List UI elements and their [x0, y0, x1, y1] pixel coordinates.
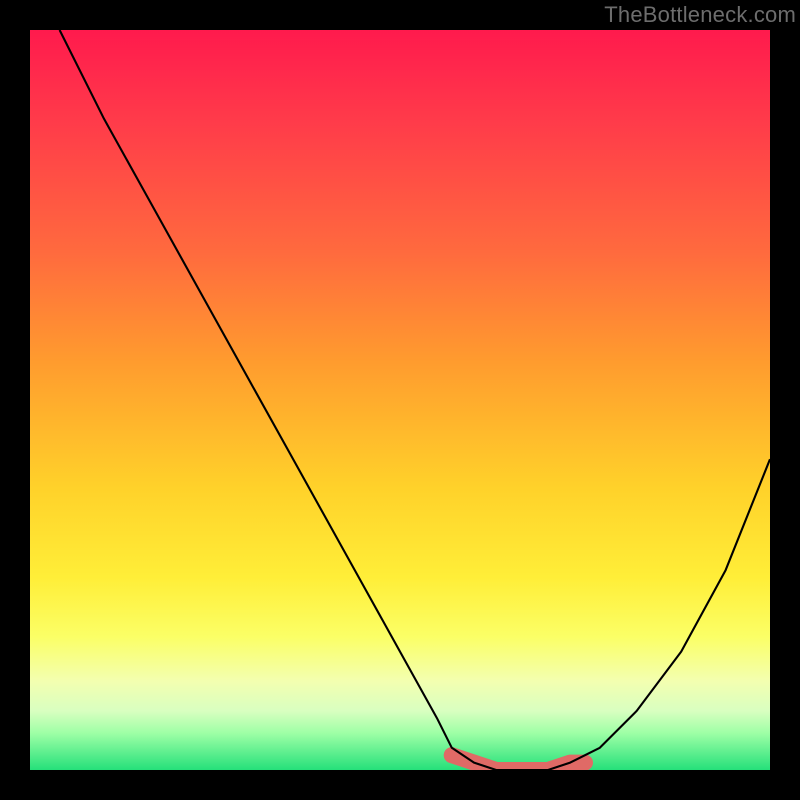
chart-svg — [30, 30, 770, 770]
curve-path — [60, 30, 770, 770]
plot-area — [30, 30, 770, 770]
highlight-path — [452, 755, 585, 770]
chart-frame: TheBottleneck.com — [0, 0, 800, 800]
highlight-start-dot — [444, 747, 460, 763]
watermark-text: TheBottleneck.com — [604, 2, 796, 28]
highlight-layer — [444, 747, 585, 770]
